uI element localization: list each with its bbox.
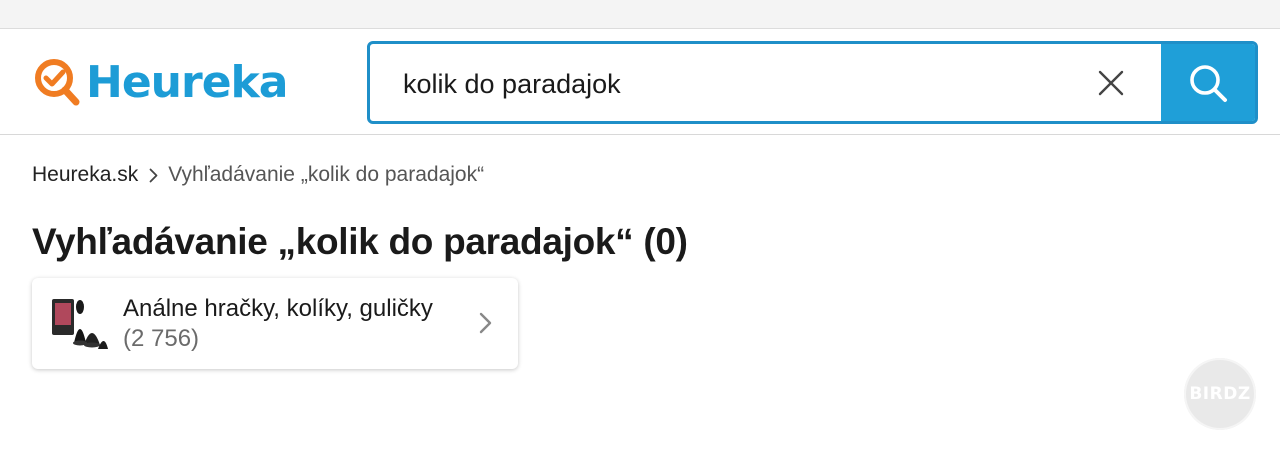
category-thumbnail-image	[52, 299, 108, 349]
chevron-right-icon	[479, 312, 492, 334]
category-count: (2 756)	[123, 325, 200, 352]
close-icon	[1098, 70, 1123, 95]
breadcrumb-current: Vyhľadávanie „kolik do paradajok“	[168, 163, 485, 186]
category-card[interactable]: Análne hračky, kolíky, guličky (2 756)	[32, 278, 518, 369]
search-input[interactable]: kolik do paradajok	[403, 44, 621, 121]
magnifier-check-logo-icon	[35, 59, 80, 106]
logo-wordmark: Heureka	[86, 57, 288, 108]
browser-top-bar	[0, 0, 1280, 29]
watermark-text: BIRDZ	[1189, 384, 1251, 404]
breadcrumb: Heureka.sk Vyhľadávanie „kolik do parada…	[32, 160, 484, 190]
search-bar: kolik do paradajok	[367, 41, 1258, 124]
clear-search-button[interactable]	[1088, 60, 1133, 105]
search-submit-button[interactable]	[1161, 44, 1255, 121]
heureka-logo[interactable]: Heureka	[30, 53, 288, 113]
search-icon	[1190, 64, 1227, 102]
page-title: Vyhľadávanie „kolik do paradajok“ (0)	[32, 221, 688, 262]
breadcrumb-home-link[interactable]: Heureka.sk	[32, 163, 138, 187]
chevron-right-icon	[149, 168, 158, 183]
site-header: Heureka kolik do paradajok	[0, 29, 1280, 135]
birdz-watermark: BIRDZ	[1184, 358, 1256, 430]
category-name: Análne hračky, kolíky, guličky	[123, 295, 433, 322]
category-label: Análne hračky, kolíky, guličky (2 756)	[123, 294, 453, 354]
